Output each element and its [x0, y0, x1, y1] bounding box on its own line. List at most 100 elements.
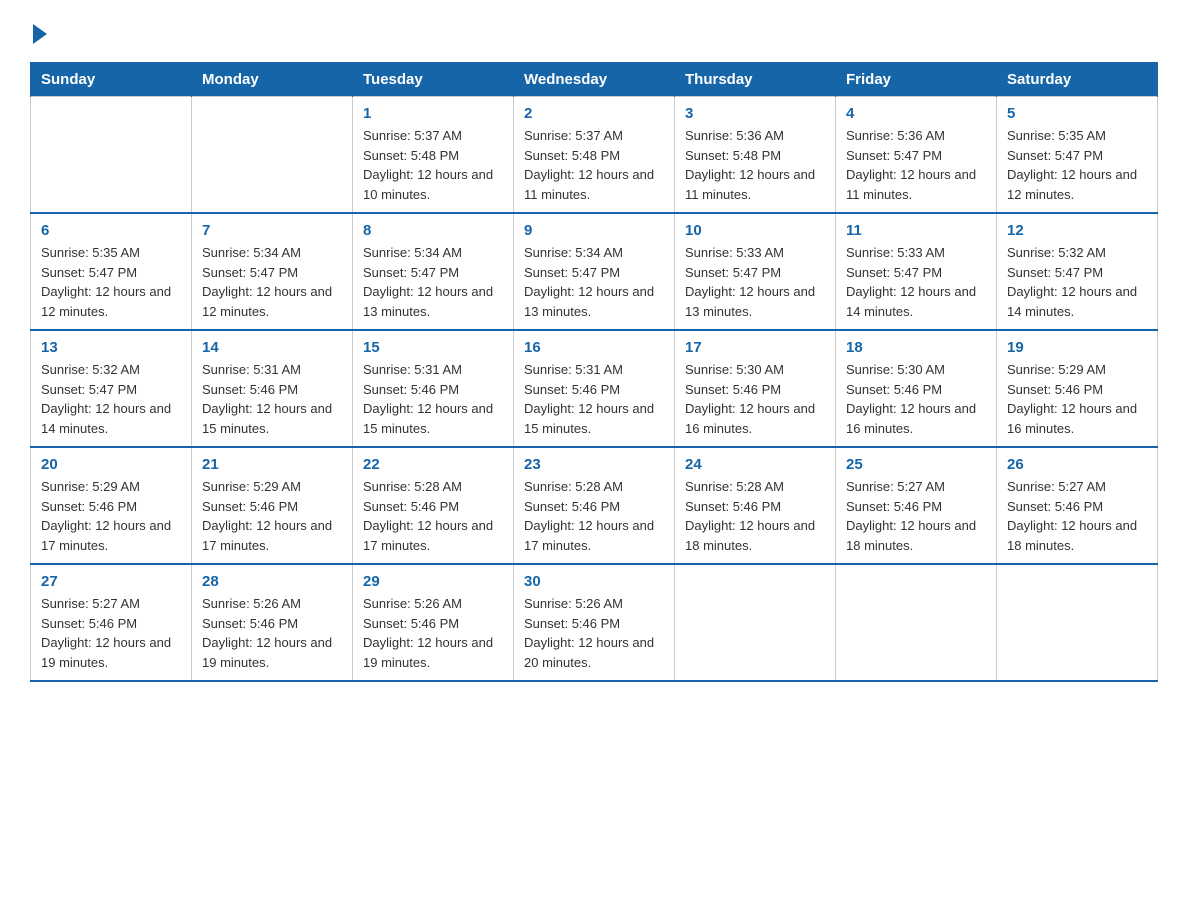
- cell-week1-day0: [31, 97, 192, 214]
- day-number: 23: [524, 456, 664, 473]
- cell-week4-day0: 20 Sunrise: 5:29 AMSunset: 5:46 PMDayligh…: [31, 447, 192, 564]
- cell-week2-day2: 8Sunrise: 5:34 AMSunset: 5:47 PMDaylight…: [353, 213, 514, 330]
- day-number: 3: [685, 105, 825, 122]
- cell-week1-day1: [192, 97, 353, 214]
- day-number: 15: [363, 339, 503, 356]
- day-info: Sunrise: 5:37 AMSunset: 5:48 PMDaylight:…: [363, 126, 503, 204]
- cell-week3-day5: 18 Sunrise: 5:30 AMSunset: 5:46 PMDayligh…: [836, 330, 997, 447]
- cell-week2-day5: 11 Sunrise: 5:33 AMSunset: 5:47 PMDayligh…: [836, 213, 997, 330]
- day-info: Sunrise: 5:30 AMSunset: 5:46 PMDaylight:…: [685, 360, 825, 438]
- day-number: 9: [524, 222, 664, 239]
- header-thursday: Thursday: [675, 63, 836, 97]
- day-number: 6: [41, 222, 181, 239]
- day-number: 27: [41, 573, 181, 590]
- cell-week4-day5: 25 Sunrise: 5:27 AMSunset: 5:46 PMDayligh…: [836, 447, 997, 564]
- day-number: 11: [846, 222, 986, 239]
- cell-week1-day2: 1 Sunrise: 5:37 AMSunset: 5:48 PMDaylight…: [353, 97, 514, 214]
- day-info: Sunrise: 5:28 AMSunset: 5:46 PMDaylight:…: [524, 477, 664, 555]
- day-number: 1: [363, 105, 503, 122]
- week-row-4: 20 Sunrise: 5:29 AMSunset: 5:46 PMDayligh…: [31, 447, 1158, 564]
- week-row-2: 6 Sunrise: 5:35 AMSunset: 5:47 PMDaylight…: [31, 213, 1158, 330]
- day-number: 5: [1007, 105, 1147, 122]
- week-row-3: 13 Sunrise: 5:32 AMSunset: 5:47 PMDayligh…: [31, 330, 1158, 447]
- cell-week1-day6: 5 Sunrise: 5:35 AMSunset: 5:47 PMDaylight…: [997, 97, 1158, 214]
- cell-week5-day0: 27 Sunrise: 5:27 AMSunset: 5:46 PMDayligh…: [31, 564, 192, 681]
- page-header: [30, 20, 1158, 44]
- cell-week4-day3: 23 Sunrise: 5:28 AMSunset: 5:46 PMDayligh…: [514, 447, 675, 564]
- cell-week3-day6: 19 Sunrise: 5:29 AMSunset: 5:46 PMDayligh…: [997, 330, 1158, 447]
- day-info: Sunrise: 5:31 AMSunset: 5:46 PMDaylight:…: [363, 360, 503, 438]
- header-tuesday: Tuesday: [353, 63, 514, 97]
- cell-week5-day3: 30 Sunrise: 5:26 AMSunset: 5:46 PMDayligh…: [514, 564, 675, 681]
- calendar-header-row: SundayMondayTuesdayWednesdayThursdayFrid…: [31, 63, 1158, 97]
- day-info: Sunrise: 5:29 AMSunset: 5:46 PMDaylight:…: [41, 477, 181, 555]
- calendar-table: SundayMondayTuesdayWednesdayThursdayFrid…: [30, 62, 1158, 682]
- day-number: 17: [685, 339, 825, 356]
- cell-week3-day0: 13 Sunrise: 5:32 AMSunset: 5:47 PMDayligh…: [31, 330, 192, 447]
- logo-arrow-icon: [33, 24, 47, 44]
- cell-week5-day4: [675, 564, 836, 681]
- day-info: Sunrise: 5:26 AMSunset: 5:46 PMDaylight:…: [524, 594, 664, 672]
- day-number: 2: [524, 105, 664, 122]
- cell-week4-day2: 22Sunrise: 5:28 AMSunset: 5:46 PMDayligh…: [353, 447, 514, 564]
- day-info: Sunrise: 5:29 AMSunset: 5:46 PMDaylight:…: [1007, 360, 1147, 438]
- cell-week2-day4: 10 Sunrise: 5:33 AMSunset: 5:47 PMDayligh…: [675, 213, 836, 330]
- day-number: 26: [1007, 456, 1147, 473]
- day-info: Sunrise: 5:32 AMSunset: 5:47 PMDaylight:…: [1007, 243, 1147, 321]
- day-number: 12: [1007, 222, 1147, 239]
- day-number: 21: [202, 456, 342, 473]
- header-monday: Monday: [192, 63, 353, 97]
- week-row-5: 27 Sunrise: 5:27 AMSunset: 5:46 PMDayligh…: [31, 564, 1158, 681]
- day-number: 8: [363, 222, 503, 239]
- cell-week5-day6: [997, 564, 1158, 681]
- cell-week5-day2: 29 Sunrise: 5:26 AMSunset: 5:46 PMDayligh…: [353, 564, 514, 681]
- day-number: 18: [846, 339, 986, 356]
- day-info: Sunrise: 5:27 AMSunset: 5:46 PMDaylight:…: [1007, 477, 1147, 555]
- cell-week5-day5: [836, 564, 997, 681]
- day-number: 10: [685, 222, 825, 239]
- cell-week3-day2: 15 Sunrise: 5:31 AMSunset: 5:46 PMDayligh…: [353, 330, 514, 447]
- day-info: Sunrise: 5:35 AMSunset: 5:47 PMDaylight:…: [41, 243, 181, 321]
- day-number: 24: [685, 456, 825, 473]
- day-info: Sunrise: 5:32 AMSunset: 5:47 PMDaylight:…: [41, 360, 181, 438]
- header-sunday: Sunday: [31, 63, 192, 97]
- header-friday: Friday: [836, 63, 997, 97]
- day-info: Sunrise: 5:34 AMSunset: 5:47 PMDaylight:…: [202, 243, 342, 321]
- day-info: Sunrise: 5:33 AMSunset: 5:47 PMDaylight:…: [846, 243, 986, 321]
- day-info: Sunrise: 5:28 AMSunset: 5:46 PMDaylight:…: [685, 477, 825, 555]
- cell-week4-day6: 26 Sunrise: 5:27 AMSunset: 5:46 PMDayligh…: [997, 447, 1158, 564]
- day-number: 30: [524, 573, 664, 590]
- day-info: Sunrise: 5:31 AMSunset: 5:46 PMDaylight:…: [202, 360, 342, 438]
- day-info: Sunrise: 5:33 AMSunset: 5:47 PMDaylight:…: [685, 243, 825, 321]
- day-number: 20: [41, 456, 181, 473]
- day-number: 25: [846, 456, 986, 473]
- day-number: 14: [202, 339, 342, 356]
- cell-week2-day0: 6 Sunrise: 5:35 AMSunset: 5:47 PMDaylight…: [31, 213, 192, 330]
- cell-week1-day4: 3Sunrise: 5:36 AMSunset: 5:48 PMDaylight…: [675, 97, 836, 214]
- day-info: Sunrise: 5:37 AMSunset: 5:48 PMDaylight:…: [524, 126, 664, 204]
- day-info: Sunrise: 5:30 AMSunset: 5:46 PMDaylight:…: [846, 360, 986, 438]
- day-number: 29: [363, 573, 503, 590]
- logo: [30, 20, 47, 44]
- cell-week2-day6: 12 Sunrise: 5:32 AMSunset: 5:47 PMDayligh…: [997, 213, 1158, 330]
- day-info: Sunrise: 5:27 AMSunset: 5:46 PMDaylight:…: [41, 594, 181, 672]
- day-info: Sunrise: 5:26 AMSunset: 5:46 PMDaylight:…: [202, 594, 342, 672]
- cell-week3-day4: 17 Sunrise: 5:30 AMSunset: 5:46 PMDayligh…: [675, 330, 836, 447]
- day-number: 7: [202, 222, 342, 239]
- day-number: 19: [1007, 339, 1147, 356]
- day-number: 4: [846, 105, 986, 122]
- cell-week5-day1: 28 Sunrise: 5:26 AMSunset: 5:46 PMDayligh…: [192, 564, 353, 681]
- day-info: Sunrise: 5:36 AMSunset: 5:47 PMDaylight:…: [846, 126, 986, 204]
- day-info: Sunrise: 5:35 AMSunset: 5:47 PMDaylight:…: [1007, 126, 1147, 204]
- day-number: 16: [524, 339, 664, 356]
- cell-week2-day1: 7 Sunrise: 5:34 AMSunset: 5:47 PMDaylight…: [192, 213, 353, 330]
- day-number: 13: [41, 339, 181, 356]
- cell-week2-day3: 9 Sunrise: 5:34 AMSunset: 5:47 PMDaylight…: [514, 213, 675, 330]
- day-info: Sunrise: 5:34 AMSunset: 5:47 PMDaylight:…: [524, 243, 664, 321]
- day-number: 28: [202, 573, 342, 590]
- header-saturday: Saturday: [997, 63, 1158, 97]
- day-info: Sunrise: 5:27 AMSunset: 5:46 PMDaylight:…: [846, 477, 986, 555]
- cell-week3-day3: 16Sunrise: 5:31 AMSunset: 5:46 PMDayligh…: [514, 330, 675, 447]
- day-info: Sunrise: 5:26 AMSunset: 5:46 PMDaylight:…: [363, 594, 503, 672]
- day-info: Sunrise: 5:28 AMSunset: 5:46 PMDaylight:…: [363, 477, 503, 555]
